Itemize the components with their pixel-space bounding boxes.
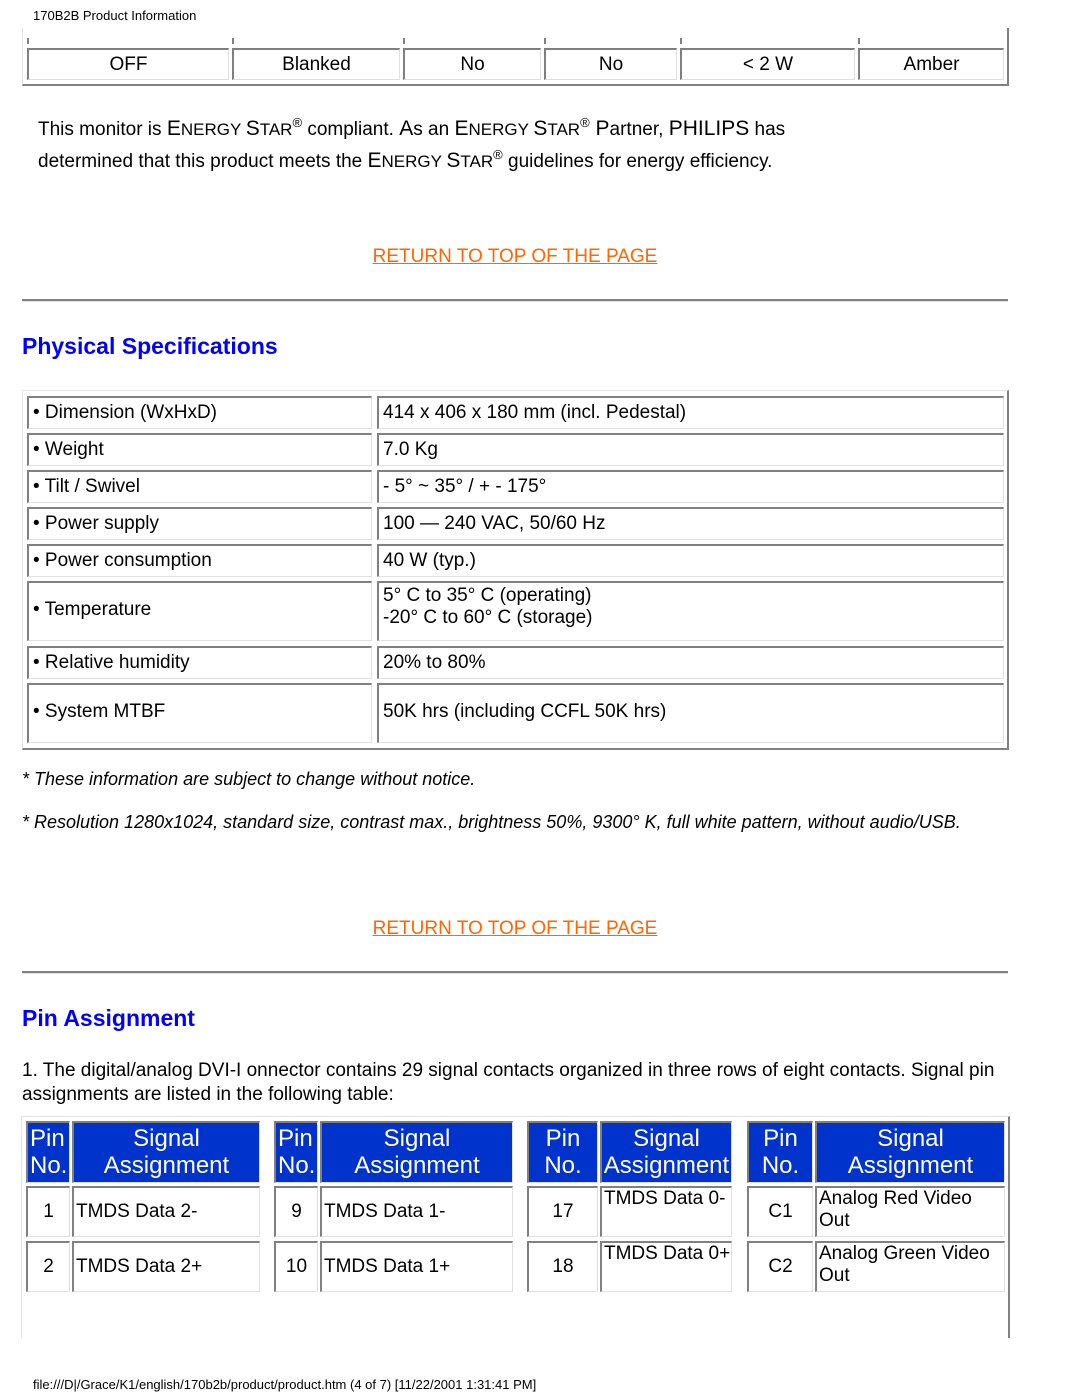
pin-number: 17 [527, 1186, 598, 1237]
pin-number: 1 [26, 1186, 70, 1237]
spec-value: 50K hrs (including CCFL 50K hrs) [377, 683, 1004, 743]
note-measurement-conditions: * Resolution 1280x1024, standard size, c… [22, 812, 961, 832]
page-header-title: 170B2B Product Information [33, 8, 197, 23]
brand-name: PHILIPS [668, 117, 750, 140]
header-pin-no: Pin No. [26, 1121, 70, 1183]
temperature-operating: 5° C to 35° C (operating) [383, 585, 592, 606]
spec-value: - 5° ~ 35° / + - 175° [377, 470, 1004, 503]
spec-value: 100 — 240 VAC, 50/60 Hz [377, 507, 1004, 540]
table-divider [680, 38, 682, 44]
spec-label: • Weight [27, 433, 372, 466]
physical-specifications-heading: Physical Specifications [22, 333, 278, 359]
spec-label: • Relative humidity [27, 646, 372, 679]
spec-value: 414 x 406 x 180 mm (incl. Pedestal) [377, 396, 1004, 429]
pin-signal: Analog Red Video Out [815, 1186, 1005, 1237]
power-table: OFF Blanked No No < 2 W Amber [22, 28, 1009, 86]
return-to-top-link[interactable]: RETURN TO TOP OF THE PAGE [15, 918, 1015, 940]
spec-label: • System MTBF [27, 683, 372, 743]
header-signal-assignment: Signal Assignment [72, 1121, 260, 1183]
spec-value: 40 W (typ.) [377, 544, 1004, 577]
pin-signal: TMDS Data 1+ [320, 1241, 513, 1292]
spec-label: • Power supply [27, 507, 372, 540]
spec-label: • Dimension (WxHxD) [27, 396, 372, 429]
pin-signal: TMDS Data 2- [72, 1186, 260, 1237]
table-divider [232, 38, 234, 44]
pin-signal: TMDS Data 1- [320, 1186, 513, 1237]
table-divider [403, 38, 405, 44]
power-cell-video: Blanked [232, 48, 400, 80]
pin-number: 10 [274, 1241, 318, 1292]
section-divider [22, 299, 1008, 302]
power-cell-led: Amber [858, 48, 1004, 80]
table-divider [544, 38, 546, 44]
spec-value: 20% to 80% [377, 646, 1004, 679]
spec-label: • Tilt / Swivel [27, 470, 372, 503]
section-divider [22, 971, 1008, 974]
spec-label: • Temperature [27, 581, 372, 641]
physical-specs-table: • Dimension (WxHxD) 414 x 406 x 180 mm (… [22, 390, 1009, 750]
energy-star-statement: This monitor is ENERGY STAR® compliant. … [38, 115, 786, 172]
header-signal-assignment: Signal Assignment [815, 1121, 1005, 1183]
spec-label: • Power consumption [27, 544, 372, 577]
page-footer-path: file:///D|/Grace/K1/english/170b2b/produ… [33, 1377, 537, 1392]
pin-number: 2 [26, 1241, 70, 1292]
power-cell-vsync: No [544, 48, 677, 80]
table-divider [858, 38, 860, 44]
header-signal-assignment: Signal Assignment [600, 1121, 732, 1183]
return-to-top-link[interactable]: RETURN TO TOP OF THE PAGE [15, 246, 1015, 268]
pin-signal: TMDS Data 0+ [600, 1241, 732, 1292]
power-cell-power: < 2 W [680, 48, 855, 80]
header-pin-no: Pin No. [274, 1121, 318, 1183]
header-signal-assignment: Signal Assignment [320, 1121, 513, 1183]
pin-number: 9 [274, 1186, 318, 1237]
power-cell-mode: OFF [27, 48, 229, 80]
table-divider [27, 38, 29, 44]
note-subject-to-change: * These information are subject to chang… [22, 769, 476, 789]
pin-signal: Analog Green Video Out [815, 1241, 1005, 1292]
header-pin-no: Pin No. [527, 1121, 598, 1183]
spec-value: 7.0 Kg [377, 433, 1004, 466]
pin-number: C1 [747, 1186, 813, 1237]
power-cell-hsync: No [403, 48, 541, 80]
pin-signal: TMDS Data 2+ [72, 1241, 260, 1292]
pin-signal: TMDS Data 0- [600, 1186, 732, 1237]
spec-value: 5° C to 35° C (operating) -20° C to 60° … [377, 581, 1004, 641]
header-pin-no: Pin No. [747, 1121, 813, 1183]
temperature-storage: -20° C to 60° C (storage) [383, 607, 593, 628]
pin-number: C2 [747, 1241, 813, 1292]
pin-number: 18 [527, 1241, 598, 1292]
pin-assignment-table: Pin No. Signal Assignment 1 TMDS Data 2- 2… [21, 1116, 1010, 1338]
pin-assignment-heading: Pin Assignment [22, 1005, 195, 1031]
pin-assignment-intro: 1. The digital/analog DVI-I onnector con… [22, 1060, 995, 1105]
